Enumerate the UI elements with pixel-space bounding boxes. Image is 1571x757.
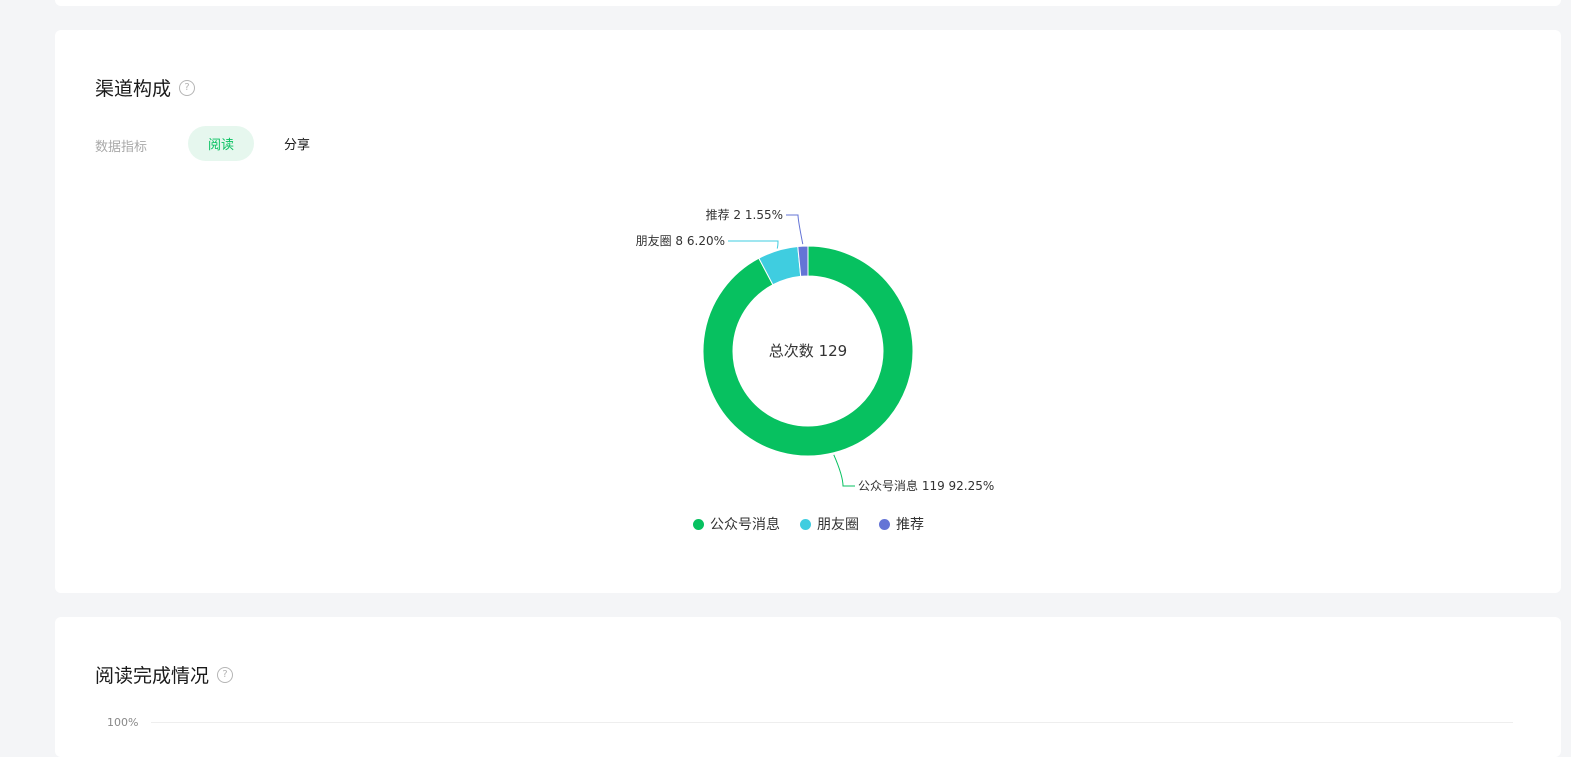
callout-line bbox=[786, 214, 804, 245]
donut-center-total: 总次数 129 bbox=[769, 342, 847, 360]
y-axis-tick: 100% bbox=[107, 716, 139, 729]
completion-title-text: 阅读完成情况 bbox=[95, 665, 210, 687]
read-completion-card: 阅读完成情况 ? 100% bbox=[55, 617, 1561, 757]
legend-label: 推荐 bbox=[896, 517, 924, 533]
callout-line bbox=[728, 240, 779, 249]
callout-label: 推荐 2 1.55% bbox=[706, 208, 783, 222]
legend-dot-icon bbox=[879, 518, 890, 530]
grid-line bbox=[151, 722, 1513, 723]
chart-legend: 公众号消息 朋友圈 推荐 bbox=[693, 514, 924, 534]
legend-dot-icon bbox=[800, 518, 811, 530]
callout-label: 公众号消息 119 92.25% bbox=[858, 478, 994, 493]
legend-item-official-account[interactable]: 公众号消息 bbox=[693, 514, 780, 534]
legend-dot-icon bbox=[693, 518, 704, 530]
legend-item-moments[interactable]: 朋友圈 bbox=[800, 514, 859, 534]
callout-label: 朋友圈 8 6.20% bbox=[636, 234, 725, 248]
legend-label: 朋友圈 bbox=[817, 517, 859, 533]
question-circle-icon[interactable]: ? bbox=[217, 666, 234, 683]
callout-line bbox=[833, 454, 855, 487]
channel-composition-card: 渠道构成 ? 数据指标 阅读 分享 公众号消息 119 92.25% 朋友圈 8 … bbox=[55, 30, 1561, 593]
legend-label: 公众号消息 bbox=[710, 517, 780, 533]
previous-card bbox=[55, 0, 1561, 6]
completion-section-title: 阅读完成情况 ? bbox=[95, 661, 234, 688]
legend-item-recommend[interactable]: 推荐 bbox=[879, 514, 924, 534]
donut-chart: 公众号消息 119 92.25% 朋友圈 8 6.20% 推荐 2 1.55% 总次… bbox=[636, 208, 995, 493]
